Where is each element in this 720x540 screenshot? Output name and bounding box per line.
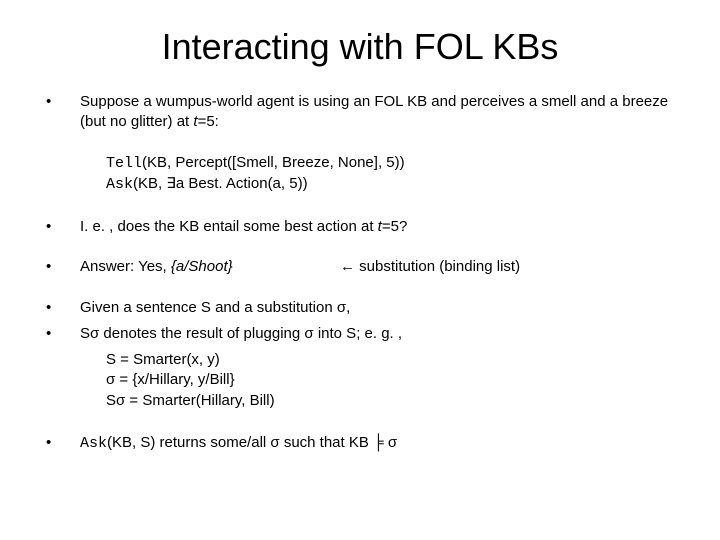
tell-line: Tell(KB, Percept([Smell, Breeze, None], … bbox=[106, 153, 680, 174]
sub-1: S = Smarter(x, y) bbox=[106, 350, 680, 370]
bullet-1: • Suppose a wumpus-world agent is using … bbox=[40, 92, 680, 133]
bullet-4: • Given a sentence S and a substitution … bbox=[40, 298, 680, 318]
entails-symbol: ╞ bbox=[373, 434, 384, 451]
bullet-4-text: Given a sentence S and a substitution σ, bbox=[80, 298, 680, 318]
tell-args: (KB, Percept([Smell, Breeze, None], 5)) bbox=[142, 154, 405, 171]
ask-line: Ask(KB, ∃a Best. Action(a, 5)) bbox=[106, 174, 680, 195]
b3-left-pre: Answer: Yes, bbox=[80, 258, 171, 275]
b2-pre: I. e. , does the KB entail some best act… bbox=[80, 218, 378, 235]
bullet-dot: • bbox=[40, 433, 80, 454]
bullet-3-text: Answer: Yes, {a/Shoot} ← substitution (b… bbox=[80, 257, 680, 277]
tell-keyword: Tell bbox=[106, 155, 142, 172]
bullet-1-text: Suppose a wumpus-world agent is using an… bbox=[80, 92, 680, 133]
b1-tail: =5: bbox=[198, 113, 219, 130]
ask-args-pre: (KB, bbox=[133, 175, 166, 192]
bullet-6-text: Ask(KB, S) returns some/all σ such that … bbox=[80, 433, 680, 454]
bullet-6: • Ask(KB, S) returns some/all σ such tha… bbox=[40, 433, 680, 454]
ask-exists: ∃ bbox=[166, 175, 175, 192]
b6-mid: (KB, S) returns some/all σ such that KB bbox=[107, 434, 373, 451]
b6-tail: σ bbox=[384, 434, 397, 451]
answer-left: Answer: Yes, {a/Shoot} bbox=[80, 257, 340, 277]
ask-args-post: a Best. Action(a, 5)) bbox=[176, 175, 308, 192]
bullet-5: • Sσ denotes the result of plugging σ in… bbox=[40, 324, 680, 344]
bullet-dot: • bbox=[40, 92, 80, 133]
sub-3: Sσ = Smarter(Hillary, Bill) bbox=[106, 391, 680, 411]
sub-2: σ = {x/Hillary, y/Bill} bbox=[106, 370, 680, 390]
b2-tail: =5? bbox=[382, 218, 407, 235]
slide: Interacting with FOL KBs • Suppose a wum… bbox=[0, 0, 720, 540]
b3-left-sub: {a/Shoot} bbox=[171, 258, 233, 275]
bullet-dot: • bbox=[40, 257, 80, 277]
b1-pre: Suppose a wumpus-world agent is using an… bbox=[80, 93, 668, 130]
bullet-dot: • bbox=[40, 324, 80, 344]
bullet-5-text: Sσ denotes the result of plugging σ into… bbox=[80, 324, 680, 344]
bullet-2-text: I. e. , does the KB entail some best act… bbox=[80, 217, 680, 237]
answer-right: ← substitution (binding list) bbox=[340, 257, 680, 277]
bullet-3: • Answer: Yes, {a/Shoot} ← substitution … bbox=[40, 257, 680, 277]
ask-keyword: Ask bbox=[106, 176, 133, 193]
bullet-dot: • bbox=[40, 298, 80, 318]
slide-title: Interacting with FOL KBs bbox=[40, 26, 680, 68]
b6-keyword: Ask bbox=[80, 435, 107, 452]
bullet-dot: • bbox=[40, 217, 80, 237]
bullet-2: • I. e. , does the KB entail some best a… bbox=[40, 217, 680, 237]
